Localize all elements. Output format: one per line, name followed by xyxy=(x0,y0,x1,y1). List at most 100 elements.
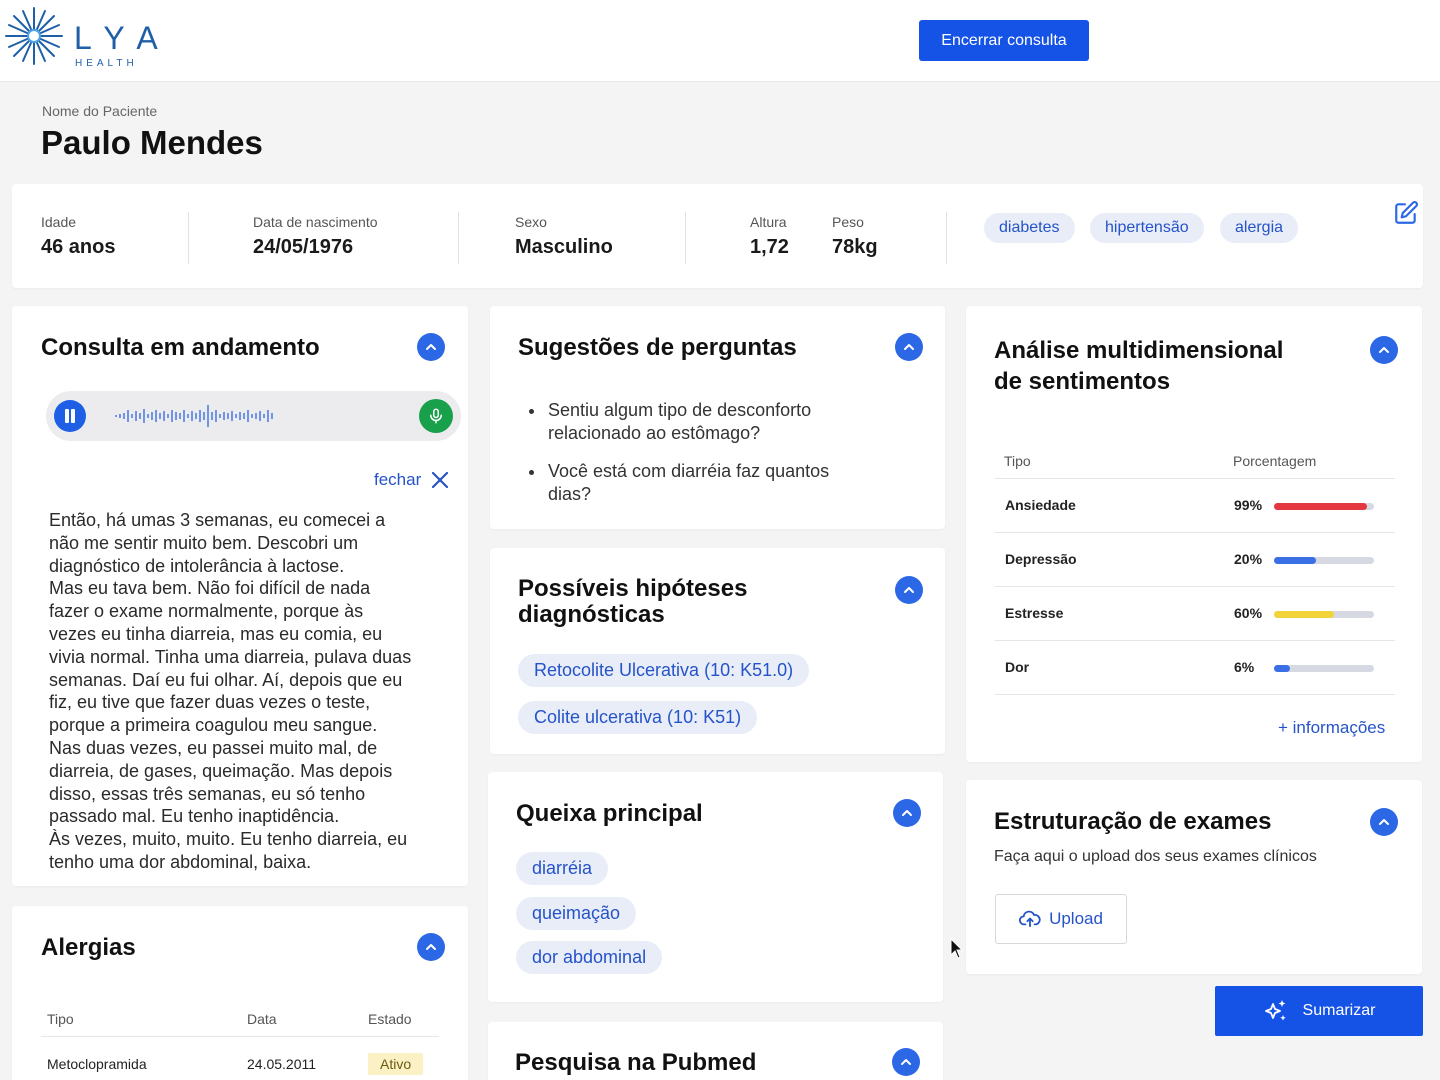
end-consultation-button[interactable]: Encerrar consulta xyxy=(919,20,1089,61)
close-transcript-link[interactable]: fechar xyxy=(374,470,449,490)
top-bar: LYA HEALTH Encerrar consulta xyxy=(0,0,1440,82)
patient-name-label: Nome do Paciente xyxy=(42,103,158,119)
progress-fill xyxy=(1274,610,1334,618)
microphone-button[interactable] xyxy=(419,399,453,433)
height-field: Altura 1,72 xyxy=(750,214,789,259)
divider xyxy=(946,212,947,264)
chevron-up-icon xyxy=(1379,347,1389,353)
age-value: 46 anos xyxy=(41,236,116,258)
sentiment-title-line1: Análise multidimensional xyxy=(994,337,1284,364)
collapse-button[interactable] xyxy=(1370,336,1398,364)
patient-info-card: Idade 46 anos Data de nascimento 24/05/1… xyxy=(12,184,1423,288)
table-row[interactable]: Metoclopramida 24.05.2011 Ativo xyxy=(41,1036,439,1080)
status-badge: Ativo xyxy=(368,1053,424,1076)
column-header: Estado xyxy=(362,1002,439,1037)
birthdate-field: Data de nascimento 24/05/1976 xyxy=(253,214,378,259)
allergy-date: 24.05.2011 xyxy=(247,1056,317,1073)
close-icon xyxy=(432,471,449,489)
collapse-button[interactable] xyxy=(417,333,445,361)
hypothesis-pill[interactable]: Colite ulcerativa (10: K51) xyxy=(518,701,758,734)
height-label: Altura xyxy=(750,214,787,230)
pubmed-card: Pesquisa na Pubmed xyxy=(488,1022,943,1080)
table-row: Ansiedade 99% xyxy=(995,478,1395,533)
upload-button[interactable]: Upload xyxy=(995,894,1127,944)
progress-bar xyxy=(1274,502,1374,510)
brand-sub: HEALTH xyxy=(75,58,138,69)
list-item[interactable]: Você está com diarréia faz quantos dias? xyxy=(546,460,876,506)
complaint-pill[interactable]: queimação xyxy=(516,897,637,930)
sentiment-type: Depressão xyxy=(995,532,1224,587)
collapse-button[interactable] xyxy=(895,576,923,604)
upload-label: Upload xyxy=(1049,909,1103,928)
complaint-card: Queixa principal diarréia queimação dor … xyxy=(488,772,943,1002)
sentiment-percent: 6% xyxy=(1234,659,1255,675)
microphone-icon xyxy=(430,408,442,424)
list-item[interactable]: Sentiu algum tipo de desconforto relacio… xyxy=(546,399,876,445)
column-header: Tipo xyxy=(41,1002,241,1037)
table-row: Estresse 60% xyxy=(995,586,1395,641)
progress-fill xyxy=(1274,502,1367,510)
condition-tag[interactable]: alergia xyxy=(1220,213,1299,243)
chevron-up-icon xyxy=(904,344,914,350)
waveform-icon xyxy=(115,405,273,427)
transcript-text: Então, há umas 3 semanas, eu comecei a n… xyxy=(49,510,412,872)
collapse-button[interactable] xyxy=(893,799,921,827)
progress-bar xyxy=(1274,610,1374,618)
consultation-card: Consulta em andamento fechar Então, há u… xyxy=(12,306,468,886)
collapse-button[interactable] xyxy=(1370,808,1398,836)
chevron-up-icon xyxy=(426,944,436,950)
more-info-link[interactable]: + informações xyxy=(1278,718,1385,738)
sentiment-type: Estresse xyxy=(995,586,1224,641)
consultation-title: Consulta em andamento xyxy=(41,334,320,361)
sentiment-percent: 60% xyxy=(1234,605,1263,621)
height-value: 1,72 xyxy=(750,236,789,258)
sentiment-table: Tipo Porcentagem Ansiedade 99% Depressão… xyxy=(995,444,1395,695)
audio-recorder xyxy=(46,391,461,441)
column-header: Tipo xyxy=(995,444,1224,479)
weight-value: 78kg xyxy=(832,236,878,258)
suggestions-title: Sugestões de perguntas xyxy=(518,334,797,361)
collapse-button[interactable] xyxy=(895,333,923,361)
collapse-button[interactable] xyxy=(417,933,445,961)
condition-tag[interactable]: hipertensão xyxy=(1090,213,1204,243)
summarize-label: Sumarizar xyxy=(1302,1002,1376,1019)
sentiment-percent: 99% xyxy=(1234,497,1263,513)
sex-field: Sexo Masculino xyxy=(515,214,613,259)
brand-name: LYA xyxy=(74,20,172,56)
summarize-button[interactable]: Sumarizar xyxy=(1215,986,1423,1036)
chevron-up-icon xyxy=(426,344,436,350)
suggestion-list: Sentiu algum tipo de desconforto relacio… xyxy=(546,399,876,521)
weight-label: Peso xyxy=(832,214,864,230)
allergies-title: Alergias xyxy=(41,934,136,961)
exams-subtitle: Faça aqui o upload dos seus exames clíni… xyxy=(994,848,1317,865)
hypotheses-title-line1: Possíveis hipóteses xyxy=(518,575,748,602)
pencil-square-icon[interactable] xyxy=(1393,200,1419,226)
complaint-title: Queixa principal xyxy=(516,800,703,827)
chevron-up-icon xyxy=(904,587,914,593)
divider xyxy=(458,212,459,264)
table-header-row: Tipo Porcentagem xyxy=(995,444,1395,479)
weight-field: Peso 78kg xyxy=(832,214,878,259)
hypothesis-pill[interactable]: Retocolite Ulcerativa (10: K51.0) xyxy=(518,654,810,687)
age-label: Idade xyxy=(41,214,77,230)
pause-icon[interactable] xyxy=(54,400,86,432)
divider xyxy=(188,212,189,264)
allergy-type: Metoclopramida xyxy=(47,1056,147,1073)
complaint-pill[interactable]: diarréia xyxy=(516,852,609,885)
condition-tag[interactable]: diabetes xyxy=(984,213,1075,243)
sex-value: Masculino xyxy=(515,236,613,258)
close-label: fechar xyxy=(374,470,422,489)
complaint-pill[interactable]: dor abdominal xyxy=(516,941,663,974)
sentiment-type: Ansiedade xyxy=(995,478,1224,533)
collapse-button[interactable] xyxy=(892,1048,920,1076)
age-field: Idade 46 anos xyxy=(41,214,115,259)
progress-bar xyxy=(1274,664,1374,672)
exams-card: Estruturação de exames Faça aqui o uploa… xyxy=(966,780,1422,974)
sentiment-type: Dor xyxy=(995,640,1224,695)
table-row: Depressão 20% xyxy=(995,532,1395,587)
burst-logo-icon xyxy=(5,7,63,65)
lya-logo[interactable]: LYA HEALTH xyxy=(4,6,164,70)
hypotheses-card: Possíveis hipóteses diagnósticas Retocol… xyxy=(490,548,945,754)
hypotheses-title-line2: diagnósticas xyxy=(518,601,665,628)
birthdate-value: 24/05/1976 xyxy=(253,236,354,258)
